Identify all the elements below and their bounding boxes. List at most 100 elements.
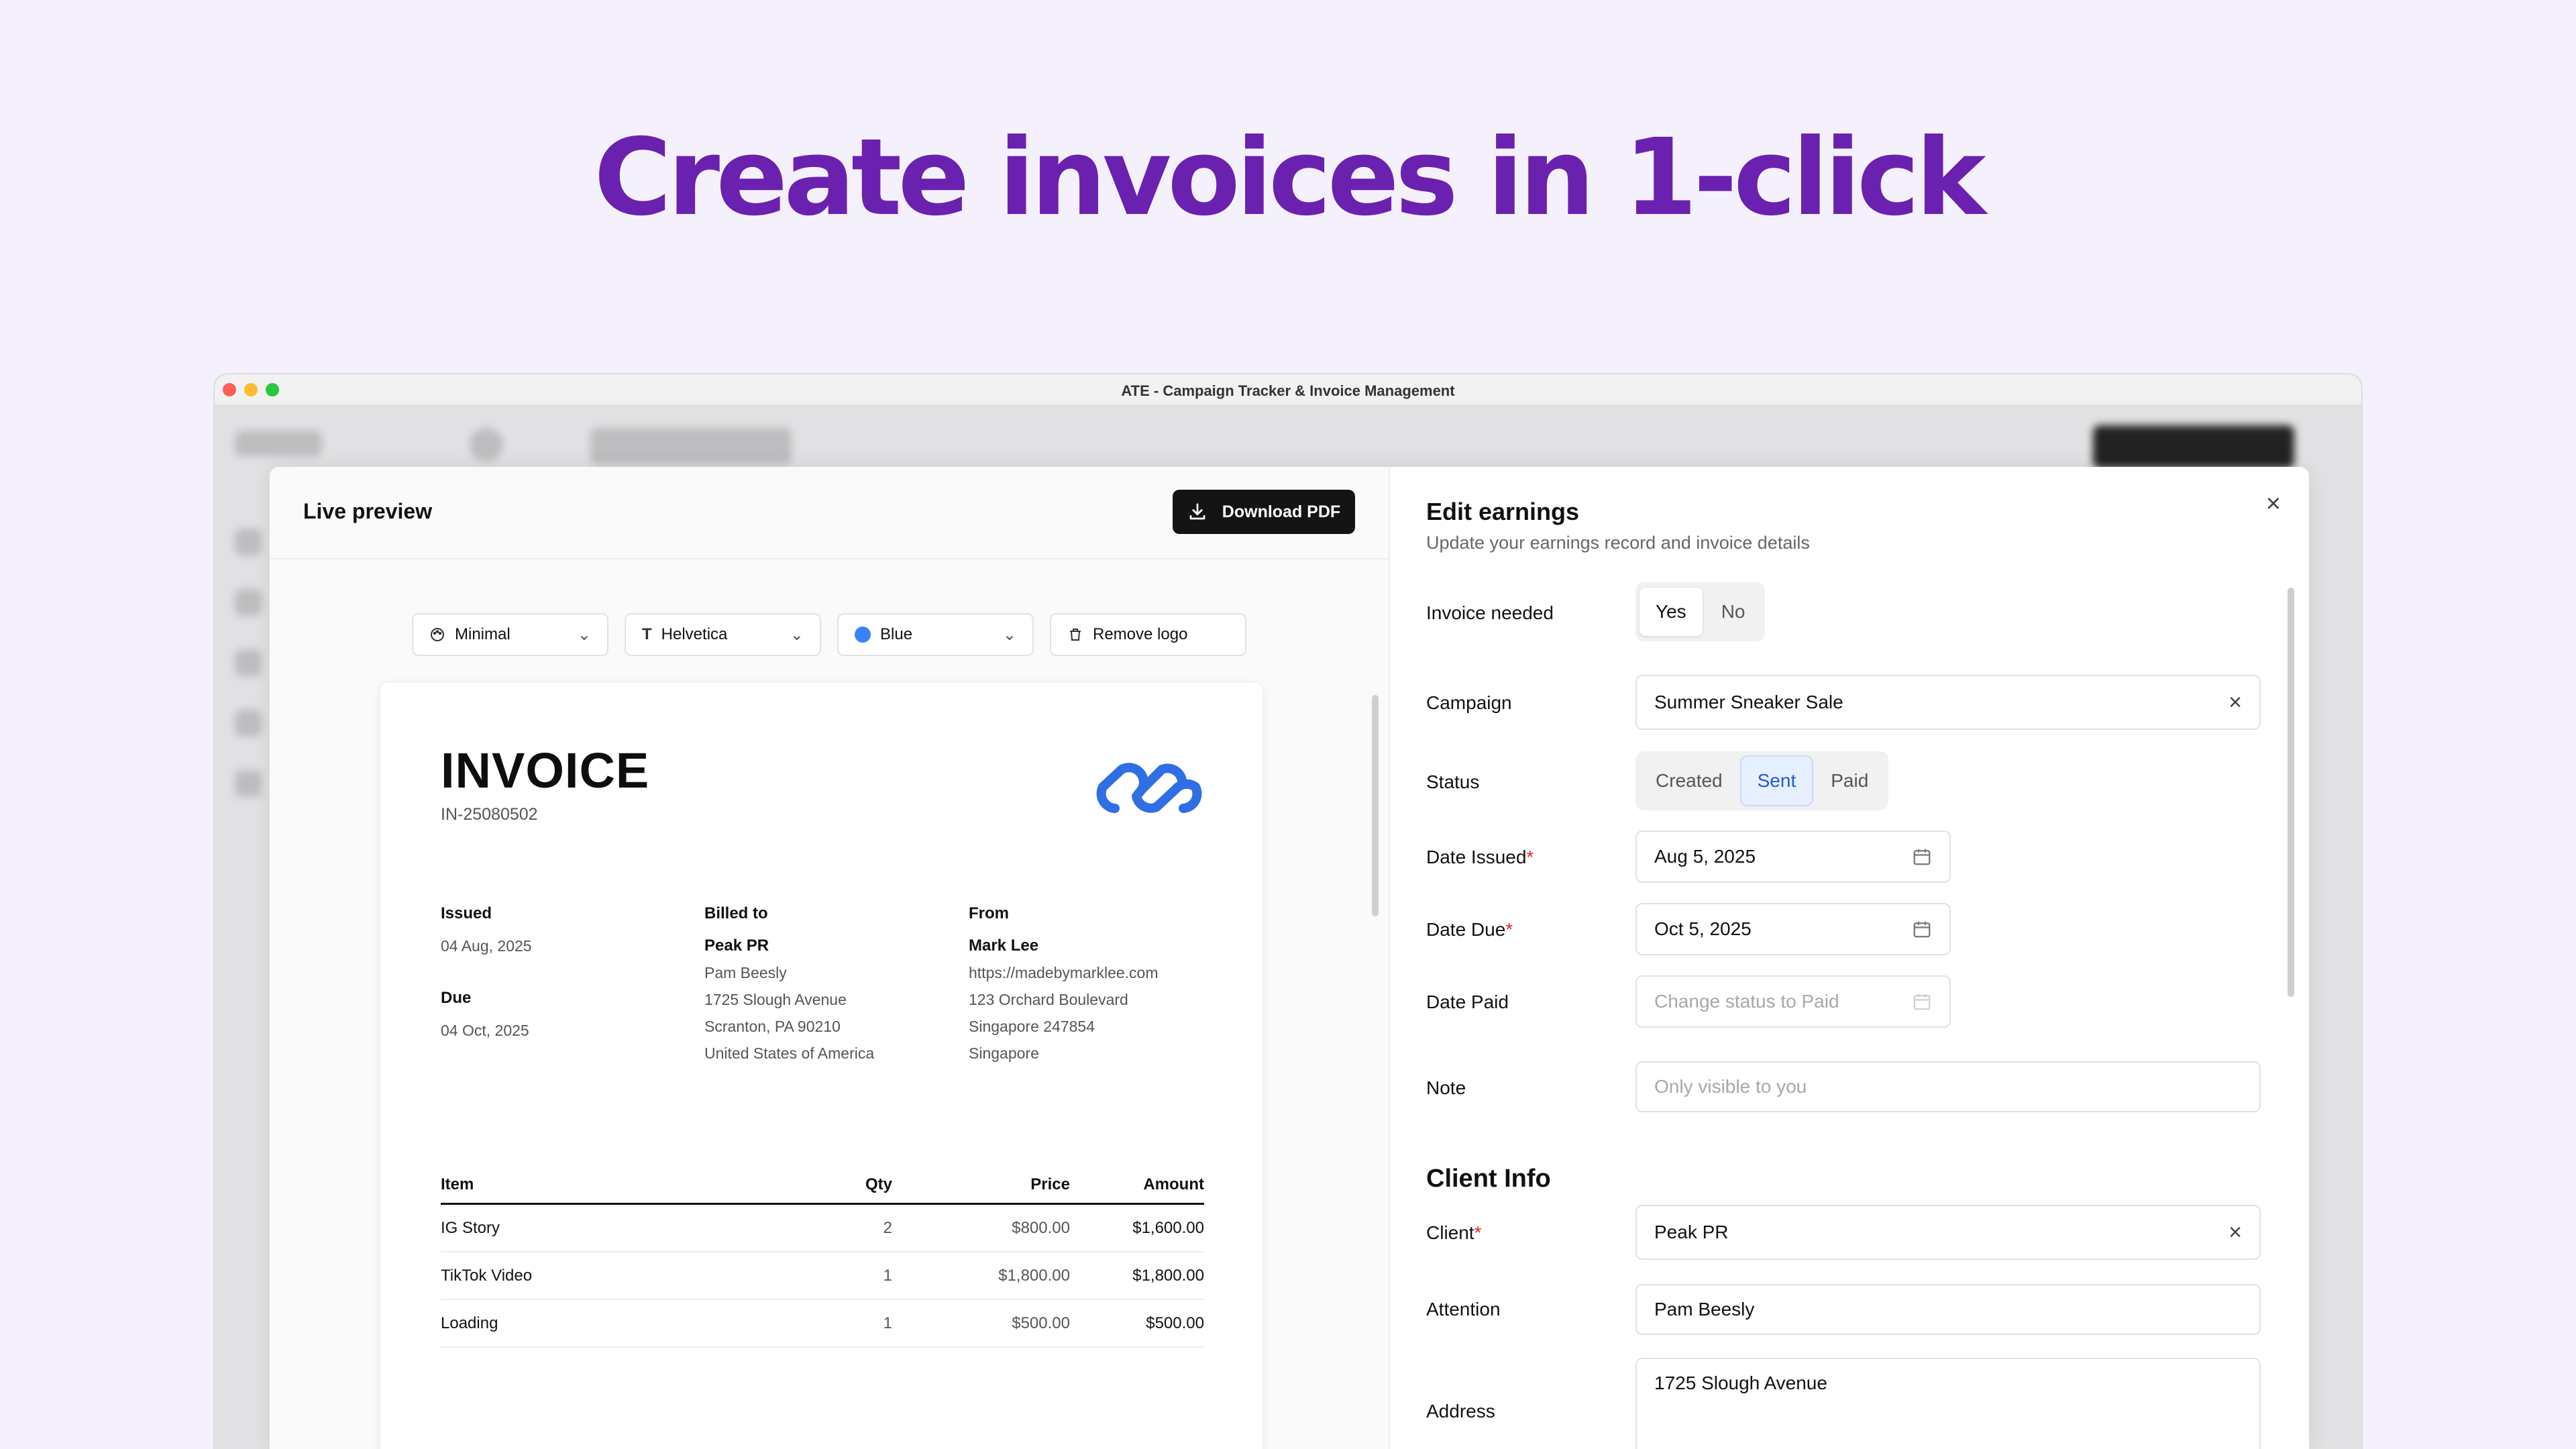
invoice-needed-toggle: Yes No [1635, 582, 1766, 641]
date-paid-label: Date Paid [1426, 991, 1509, 1012]
note-field[interactable]: Only visible to you [1635, 1061, 2261, 1112]
color-swatch-icon [855, 627, 871, 643]
chevron-down-icon: ⌄ [577, 625, 591, 644]
attention-field[interactable]: Pam Beesly [1635, 1284, 2261, 1335]
invoice-title: INVOICE [441, 743, 650, 798]
preview-scrollbar[interactable] [1372, 695, 1379, 916]
table-header: Item Qty Price Amount [441, 1166, 1204, 1205]
live-preview-title: Live preview [303, 499, 433, 523]
template-select[interactable]: Minimal ⌄ [412, 613, 608, 656]
billed-to-line: Pam Beesly [704, 964, 787, 981]
from-column: From Mark Lee https://madebymarklee.com … [969, 904, 1159, 1067]
date-issued-value: Aug 5, 2025 [1654, 846, 1756, 867]
date-due-label-text: Date Due [1426, 919, 1506, 940]
table-row: Loading 1 $500.00 $500.00 [441, 1300, 1204, 1348]
client-label-text: Client [1426, 1222, 1474, 1243]
font-select[interactable]: T Helvetica ⌄ [625, 613, 821, 656]
client-label: Client* [1426, 1222, 1482, 1243]
billed-to-line: United States of America [704, 1044, 875, 1062]
client-info-heading: Client Info [1426, 1165, 1551, 1193]
close-icon[interactable]: × [2266, 490, 2281, 519]
item-name: IG Story [441, 1218, 500, 1237]
date-due-label: Date Due* [1426, 919, 1513, 940]
calendar-icon [1913, 994, 1931, 1010]
client-value: Peak PR [1654, 1222, 1729, 1242]
campaign-field[interactable]: Summer Sneaker Sale × [1635, 675, 2261, 730]
status-option-paid[interactable]: Paid [1815, 757, 1884, 805]
billed-to-column: Billed to Peak PR Pam Beesly 1725 Slough… [704, 904, 874, 1067]
from-line: Singapore [969, 1044, 1039, 1062]
form-scrollbar[interactable] [2288, 588, 2294, 997]
status-option-created[interactable]: Created [1640, 757, 1739, 805]
status-option-sent[interactable]: Sent [1741, 757, 1813, 805]
color-select-value: Blue [880, 625, 913, 643]
live-preview-pane: Live preview Download PDF Minimal ⌄ T He… [270, 467, 1390, 1449]
invoice-number: IN-25080502 [441, 805, 538, 824]
trash-icon [1070, 629, 1081, 641]
download-pdf-label: Download PDF [1222, 502, 1341, 521]
column-header-price: Price [1030, 1175, 1070, 1193]
date-paid-placeholder: Change status to Paid [1654, 991, 1839, 1012]
campaign-label: Campaign [1426, 692, 1512, 713]
from-label: From [969, 904, 1009, 922]
brand-logo-icon [1096, 763, 1202, 813]
invoice-items-table: Item Qty Price Amount IG Story 2 $800.00… [441, 1166, 1204, 1348]
column-header-item: Item [441, 1175, 474, 1193]
edit-earnings-modal: Live preview Download PDF Minimal ⌄ T He… [270, 467, 2309, 1449]
billed-to-label: Billed to [704, 904, 768, 922]
item-price: $1,800.00 [998, 1266, 1070, 1285]
client-field[interactable]: Peak PR × [1635, 1205, 2261, 1260]
invoice-needed-label: Invoice needed [1426, 602, 1554, 623]
from-line: 123 Orchard Boulevard [969, 991, 1128, 1008]
issued-label: Issued [441, 904, 492, 922]
address-label: Address [1426, 1401, 1495, 1421]
date-paid-field[interactable]: Change status to Paid [1635, 975, 1951, 1028]
address-value: 1725 Slough Avenue [1654, 1373, 1827, 1393]
status-label: Status [1426, 771, 1480, 792]
chevron-down-icon: ⌄ [1002, 625, 1016, 644]
clear-icon[interactable]: × [2229, 690, 2242, 716]
date-issued-label-text: Date Issued [1426, 847, 1527, 867]
item-amount: $1,600.00 [1132, 1218, 1204, 1237]
attention-value: Pam Beesly [1654, 1299, 1755, 1320]
invoice-needed-no[interactable]: No [1705, 588, 1762, 636]
table-row: TikTok Video 1 $1,800.00 $1,800.00 [441, 1252, 1204, 1300]
palette-icon [431, 628, 444, 641]
from-line: https://madebymarklee.com [969, 964, 1159, 981]
item-amount: $500.00 [1146, 1313, 1204, 1332]
template-select-value: Minimal [455, 625, 511, 643]
edit-earnings-pane: Edit earnings Update your earnings recor… [1391, 467, 2309, 1449]
note-placeholder: Only visible to you [1654, 1076, 1807, 1097]
date-due-value: Oct 5, 2025 [1654, 918, 1752, 939]
calendar-icon[interactable] [1912, 919, 1932, 939]
item-qty: 1 [883, 1313, 892, 1332]
font-select-value: Helvetica [661, 625, 728, 643]
note-label: Note [1426, 1077, 1466, 1098]
item-amount: $1,800.00 [1132, 1266, 1204, 1285]
attention-label: Attention [1426, 1299, 1501, 1320]
headline: Create invoices in 1-click [594, 116, 1986, 239]
date-due-field[interactable]: Oct 5, 2025 [1635, 903, 1951, 955]
issued-column: Issued 04 Aug, 2025 Due 04 Oct, 2025 [441, 904, 532, 1044]
download-pdf-button[interactable]: Download PDF [1173, 490, 1355, 534]
date-issued-field[interactable]: Aug 5, 2025 [1635, 830, 1951, 883]
clear-icon[interactable]: × [2229, 1220, 2242, 1246]
item-name: Loading [441, 1313, 498, 1332]
edit-earnings-title: Edit earnings [1426, 498, 1580, 525]
color-select[interactable]: Blue ⌄ [837, 613, 1034, 656]
invoice-needed-yes[interactable]: Yes [1640, 588, 1703, 636]
remove-logo-button[interactable]: Remove logo [1050, 613, 1246, 656]
item-qty: 2 [883, 1218, 892, 1237]
item-price: $500.00 [1012, 1313, 1070, 1332]
table-row: IG Story 2 $800.00 $1,600.00 [441, 1205, 1204, 1252]
download-icon [1189, 503, 1205, 520]
billed-to-line: 1725 Slough Avenue [704, 991, 847, 1008]
chevron-down-icon: ⌄ [790, 625, 804, 644]
column-header-qty: Qty [865, 1175, 892, 1193]
app-window: ATE - Campaign Tracker & Invoice Managem… [215, 374, 2361, 1449]
address-field[interactable]: 1725 Slough Avenue [1635, 1358, 2261, 1449]
due-label: Due [441, 989, 472, 1007]
type-icon: T [642, 625, 652, 643]
calendar-icon[interactable] [1912, 847, 1932, 867]
remove-logo-label: Remove logo [1093, 625, 1188, 643]
